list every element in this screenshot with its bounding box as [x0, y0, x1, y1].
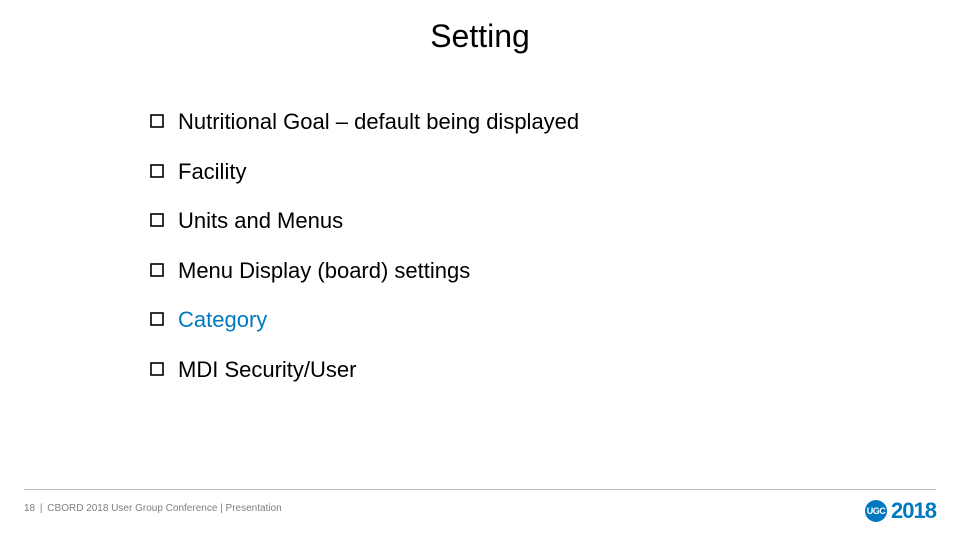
conference-logo: UGC 2018 [865, 498, 936, 524]
list-item: Menu Display (board) settings [150, 257, 880, 285]
slide-title: Setting [0, 18, 960, 55]
checkbox-bullet-icon [150, 312, 164, 326]
checkbox-bullet-icon [150, 263, 164, 277]
list-item-label: Units and Menus [178, 207, 343, 235]
list-item-label: Menu Display (board) settings [178, 257, 470, 285]
list-item: Nutritional Goal – default being display… [150, 108, 880, 136]
checkbox-bullet-icon [150, 164, 164, 178]
list-item-label: MDI Security/User [178, 356, 356, 384]
checkbox-bullet-icon [150, 114, 164, 128]
list-item-label: Category [178, 306, 267, 334]
logo-year: 2018 [891, 498, 936, 524]
list-item: Units and Menus [150, 207, 880, 235]
checkbox-bullet-icon [150, 213, 164, 227]
logo-badge: UGC [865, 500, 887, 522]
page-number: 18 [24, 503, 35, 514]
footer-caption: CBORD 2018 User Group Conference | Prese… [47, 503, 281, 514]
slide: Setting Nutritional Goal – default being… [0, 0, 960, 540]
footer-separator: | [40, 503, 43, 514]
list-item: Facility [150, 158, 880, 186]
list-item-label: Nutritional Goal – default being display… [178, 108, 579, 136]
list-item: Category [150, 306, 880, 334]
footer-text: 18 | CBORD 2018 User Group Conference | … [24, 503, 282, 514]
list-item-label: Facility [178, 158, 246, 186]
list-item: MDI Security/User [150, 356, 880, 384]
slide-body: Nutritional Goal – default being display… [150, 108, 880, 405]
checkbox-bullet-icon [150, 362, 164, 376]
footer-rule [24, 489, 936, 490]
